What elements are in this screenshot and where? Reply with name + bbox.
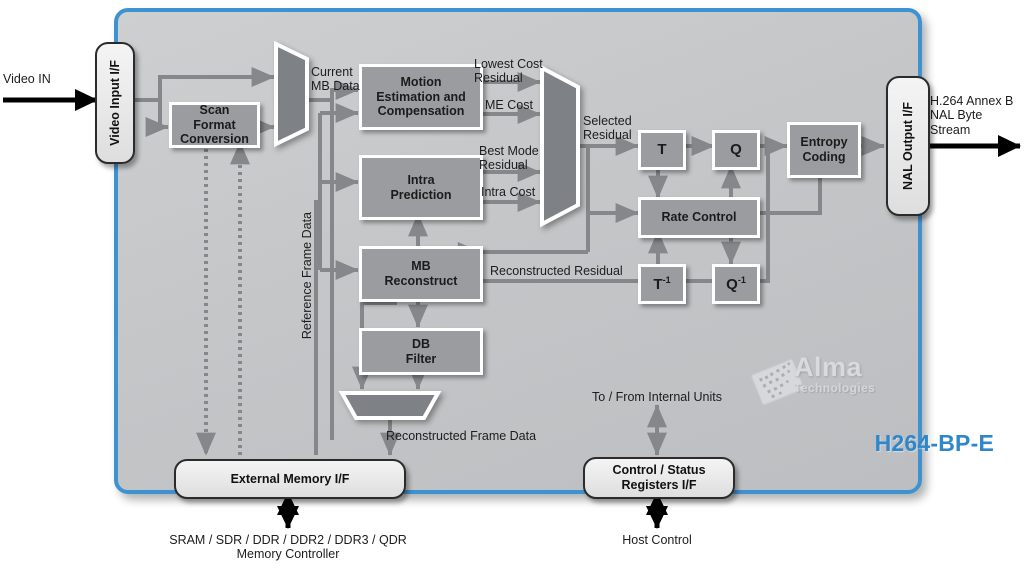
me-cost-label: ME Cost (485, 98, 533, 112)
best-mode-residual-label: Best Mode Residual (479, 144, 539, 173)
intra-cost-label: Intra Cost (481, 185, 536, 199)
reconstructed-residual-label: Reconstructed Residual (490, 264, 623, 278)
nal-output-interface-label: NAL Output I/F (900, 102, 915, 190)
block-diagram-canvas: Video Input I/F NAL Output I/F External … (0, 0, 1024, 570)
memory-controller-label: SRAM / SDR / DDR / DDR2 / DDR3 / QDR Mem… (169, 533, 407, 562)
nal-byte-stream-label: H.264 Annex B NAL Byte Stream (930, 94, 1014, 137)
reconstructed-frame-data-label: Reconstructed Frame Data (386, 429, 537, 443)
external-memory-interface[interactable]: External Memory I/F (174, 459, 406, 499)
video-input-interface-label: Video Input I/F (107, 60, 122, 146)
nal-output-interface[interactable]: NAL Output I/F (886, 76, 930, 216)
to-from-internal-units-label: To / From Internal Units (592, 390, 722, 404)
external-memory-interface-label: External Memory I/F (230, 471, 350, 486)
video-input-interface[interactable]: Video Input I/F (95, 42, 135, 164)
current-mb-data-label: Current MB Data (311, 65, 360, 94)
control-status-registers-interface[interactable]: Control / Status Registers I/F (583, 457, 735, 499)
reference-frame-data-label: Reference Frame Data (300, 212, 314, 340)
control-status-registers-label: Control / Status Registers I/F (612, 463, 706, 492)
product-name: H264-BP-E (874, 430, 994, 456)
video-in-label: Video IN (3, 72, 51, 86)
host-control-label: Host Control (622, 533, 692, 547)
selected-residual-label: Selected Residual (583, 114, 632, 143)
lowest-cost-residual-label: Lowest Cost Residual (474, 57, 543, 86)
